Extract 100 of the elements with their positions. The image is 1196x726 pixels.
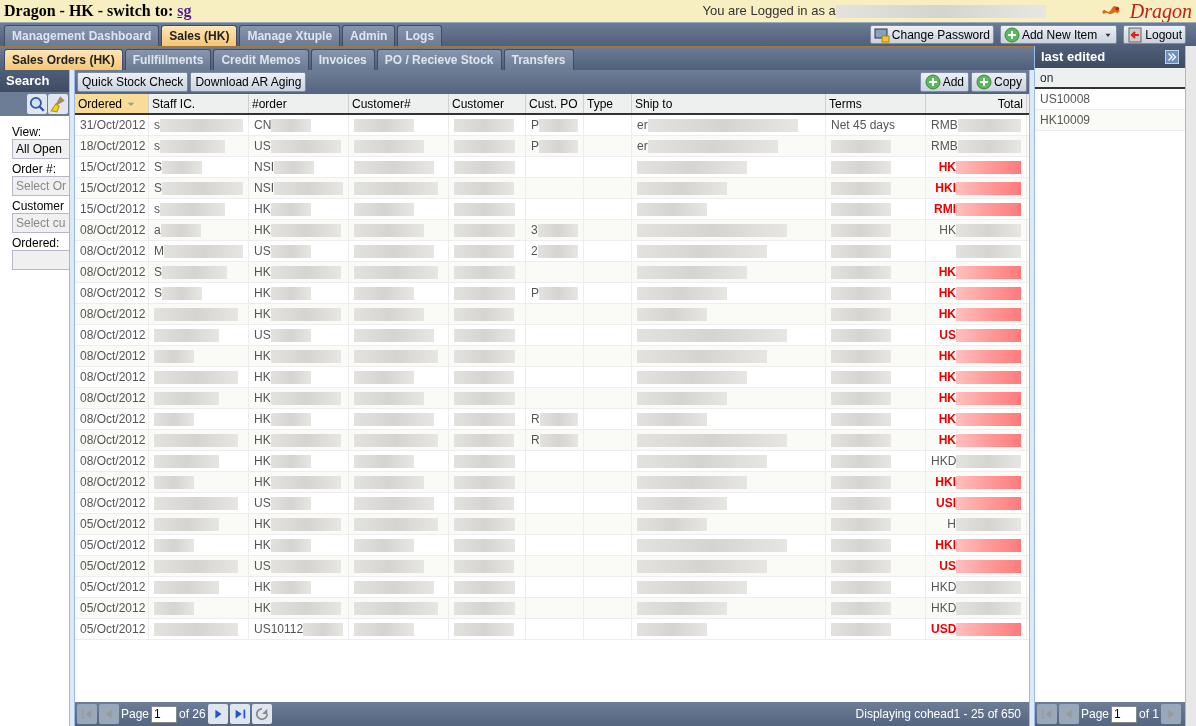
refresh-icon[interactable] [251,704,272,724]
table-row[interactable]: 08/Oct/2012 HK HKD [75,451,1029,472]
table-row[interactable]: 08/Oct/2012 HK HK [75,367,1029,388]
table-row[interactable]: 18/Oct/2012 s US P er RMB [75,136,1029,157]
table-row[interactable]: 08/Oct/2012 HK R HK [75,409,1029,430]
table-row[interactable]: 08/Oct/2012 a HK 3 HK [75,220,1029,241]
blurred-text [956,328,1021,342]
column-header[interactable]: Ship to [632,94,826,113]
table-row[interactable]: 05/Oct/2012 HK HKD [75,577,1029,598]
blurred-text [454,265,515,279]
table-row[interactable]: 05/Oct/2012 HK HKD [75,598,1029,619]
table-row[interactable]: 08/Oct/2012 HK R HK [75,430,1029,451]
column-header[interactable]: Cust. PO [526,94,584,113]
column-header[interactable]: Ordered [75,94,149,113]
table-cell-text: s [154,138,160,155]
blurred-text [956,370,1021,384]
add-icon [1003,26,1020,43]
blurred-text [956,307,1021,321]
list-item[interactable]: HK10009 [1035,110,1185,131]
pager-info: Displaying cohead1 - 25 of 650 [855,706,1022,723]
tab[interactable]: Sales Orders (HK) [4,49,123,70]
table-cell-text: HK [938,369,956,386]
blurred-text [539,433,578,447]
table-row[interactable]: 08/Oct/2012 US US [75,325,1029,346]
table-cell-text: 08/Oct/2012 [80,222,146,239]
blurred-text [270,391,341,405]
table-cell-text: 08/Oct/2012 [80,327,146,344]
toolbar-button[interactable]: Add New Item [999,25,1118,44]
column-header[interactable]: #order [249,94,349,113]
toolbar-button[interactable]: Logout [1123,25,1186,44]
table-cell-text: 08/Oct/2012 [80,369,146,386]
panel-title: last edited [1041,48,1106,67]
blurred-text [956,202,1021,216]
table-cell-text: HKD [931,579,957,596]
toolbar-button[interactable]: Quick Stock Check [77,72,189,92]
column-header[interactable]: Customer [449,94,526,113]
page-field[interactable]: 1 [1111,705,1138,723]
column-header[interactable]: Customer# [349,94,449,113]
table-row[interactable]: 08/Oct/2012 US USI [75,493,1029,514]
input-field[interactable] [12,250,69,270]
blurred-text [270,265,341,279]
table-row[interactable]: 08/Oct/2012 HK HK [75,304,1029,325]
table-cell-text: HK [254,579,271,596]
table-cell-text: HK [254,306,271,323]
table-cell-text: HK [254,600,271,617]
table-row[interactable]: 08/Oct/2012 HK HK [75,346,1029,367]
table-cell-text: RMI [934,201,956,218]
toolbar-button[interactable]: Download AR Aging [190,72,307,92]
blurred-text [270,412,311,426]
table-row[interactable]: 08/Oct/2012 HK HKI [75,472,1029,493]
table-row[interactable]: 08/Oct/2012 M US 2 [75,241,1029,262]
table-row[interactable]: 15/Oct/2012 S NSI HK [75,157,1029,178]
add-icon [924,74,941,90]
table-row[interactable]: 05/Oct/2012 HK H [75,514,1029,535]
table-cell-text: 18/Oct/2012 [80,138,146,155]
table-cell-text: HK [938,432,956,449]
toolbar-button[interactable]: Add [919,72,969,92]
blurred-text [354,139,424,153]
last-page-icon[interactable] [229,704,250,724]
blurred-text [831,601,891,615]
next-page-icon[interactable] [207,704,228,724]
page-field[interactable]: 1 [151,705,178,723]
table-row[interactable]: 15/Oct/2012 S NSI HKI [75,178,1029,199]
tab[interactable]: Sales (HK) [161,25,238,46]
toolbar-button[interactable]: Copy [971,72,1027,92]
column-header[interactable]: Staff IC. [149,94,249,113]
table-cell-text: HK [938,411,956,428]
blurred-text [831,412,891,426]
table-row[interactable]: 08/Oct/2012 S HK HK [75,262,1029,283]
blurred-text [454,118,514,132]
blurred-text [454,370,514,384]
dropdown-field[interactable]: All Open [12,139,69,159]
search-icon[interactable] [27,94,47,114]
broom-icon[interactable] [48,94,68,114]
table-row[interactable]: 31/Oct/2012 s CN P er Net 45 days RMB [75,115,1029,136]
table-row[interactable]: 15/Oct/2012 s HK RMI [75,199,1029,220]
switch-link[interactable]: sg [177,0,192,23]
next-page-icon[interactable] [1161,704,1182,724]
collapse-icon[interactable] [1165,50,1179,64]
column-header[interactable]: on [1035,68,1185,89]
table-row[interactable]: 05/Oct/2012 HK HKI [75,535,1029,556]
table-row[interactable]: 08/Oct/2012 HK HK [75,388,1029,409]
pager-label: Page [121,706,150,723]
table-cell-text: HK [938,348,956,365]
column-header[interactable]: Terms [826,94,926,113]
table-cell-text: 15/Oct/2012 [80,180,146,197]
input-field[interactable]: Select Or [12,176,69,196]
column-header[interactable]: Total [926,94,1027,113]
toolbar-button[interactable]: Change Password [869,25,994,44]
blurred-text [354,202,414,216]
table-cell-text: RMB [931,138,958,155]
table-row[interactable]: 08/Oct/2012 S HK P HK [75,283,1029,304]
table-row[interactable]: 05/Oct/2012 US US [75,556,1029,577]
table-cell-text: M [154,243,164,260]
table-row[interactable]: 05/Oct/2012 US10112 USD [75,619,1029,640]
table-cell-text: 05/Oct/2012 [80,558,146,575]
blurred-text [354,307,424,321]
input-field[interactable]: Select cu [12,213,69,233]
blurred-text [831,307,891,321]
column-header[interactable]: Type [584,94,632,113]
